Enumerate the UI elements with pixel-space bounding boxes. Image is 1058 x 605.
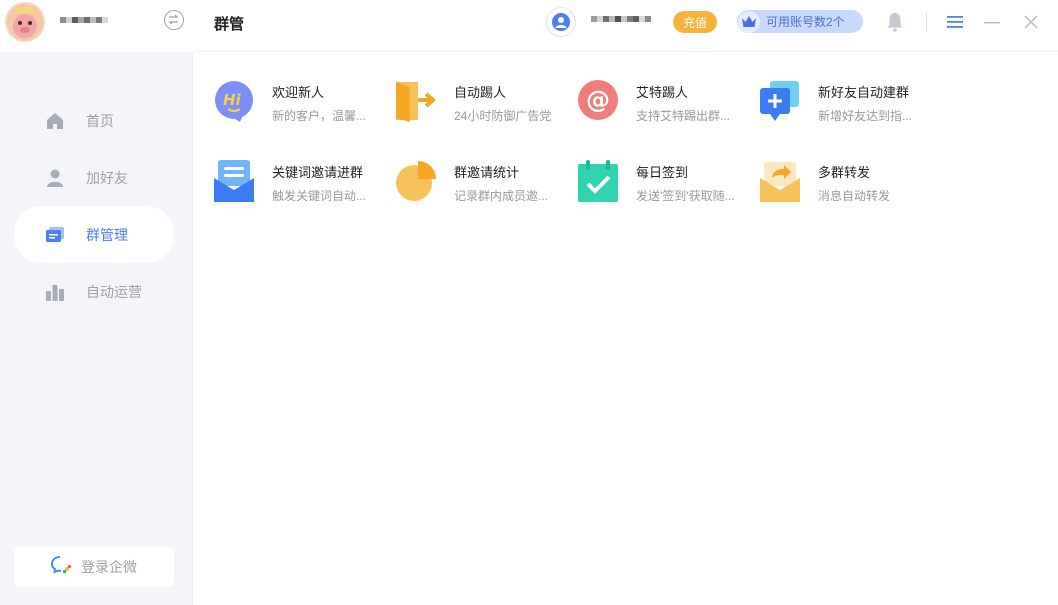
switch-account-icon[interactable] — [164, 10, 184, 30]
group-manage-icon — [44, 224, 66, 246]
feature-desc: 记录群内成员邀... — [454, 189, 549, 203]
feature-multi-group-forward[interactable]: 多群转发 消息自动转发 — [760, 160, 930, 204]
nav-label: 自动运营 — [86, 283, 142, 300]
svg-text:@: @ — [586, 86, 610, 114]
pie-chart-icon — [396, 160, 436, 202]
username-blurred — [591, 16, 651, 22]
user-avatar[interactable] — [546, 7, 576, 37]
app-window: 首页 加好友 群管理 自动运营 登录企微 群管 充值 可用账号数2个 Hi 欢迎… — [0, 0, 1058, 605]
recharge-button[interactable]: 充值 — [673, 11, 717, 33]
profile-name-blurred — [60, 17, 108, 23]
feature-group-invite-stats[interactable]: 群邀请统计 记录群内成员邀... — [396, 160, 566, 204]
menu-icon[interactable] — [944, 11, 966, 33]
feature-keyword-invite[interactable]: 关键词邀请进群 触发关键词自动... — [214, 160, 384, 204]
forward-mail-icon — [760, 160, 800, 202]
feature-desc: 触发关键词自动... — [272, 189, 367, 203]
nav-label: 加好友 — [86, 169, 128, 186]
svg-text:Hi: Hi — [223, 91, 242, 109]
nav-item-home[interactable]: 首页 — [14, 92, 174, 149]
sidebar-nav: 首页 加好友 群管理 自动运营 — [14, 92, 174, 320]
bar-chart-icon — [44, 281, 66, 303]
login-wecom-label: 登录企微 — [81, 559, 137, 575]
calendar-check-icon — [578, 160, 618, 202]
page-title: 群管 — [214, 16, 245, 33]
exit-door-icon — [396, 80, 437, 122]
minimize-icon[interactable] — [981, 11, 1003, 33]
sidebar-profile — [0, 0, 193, 52]
add-group-icon — [760, 80, 800, 122]
sidebar: 首页 加好友 群管理 自动运营 登录企微 — [0, 0, 193, 605]
user-icon — [44, 167, 66, 189]
hi-chat-icon: Hi — [214, 80, 254, 122]
feature-desc: 消息自动转发 — [818, 189, 891, 203]
feature-title: 关键词邀请进群 — [272, 165, 364, 180]
feature-welcome-newcomer[interactable]: Hi 欢迎新人 新的客户，温馨... — [214, 80, 384, 124]
feature-auto-kick[interactable]: 自动踢人 24小时防御广告党 — [396, 80, 566, 124]
nav-item-group-manage[interactable]: 群管理 — [14, 206, 174, 263]
profile-avatar[interactable] — [5, 2, 45, 42]
feature-title: 自动踢人 — [454, 85, 507, 100]
feature-at-kick[interactable]: @ 艾特踢人 支持艾特踢出群... — [578, 80, 748, 124]
bell-icon[interactable] — [884, 11, 906, 33]
feature-desc: 发送'签到'获取随... — [636, 189, 735, 203]
keyword-mail-icon — [214, 160, 254, 202]
login-wecom-button[interactable]: 登录企微 — [14, 547, 174, 587]
header-divider — [926, 13, 927, 31]
feature-title: 艾特踢人 — [636, 85, 689, 100]
wecom-icon — [51, 555, 73, 580]
crown-icon — [738, 10, 760, 33]
nav-label: 群管理 — [86, 226, 128, 243]
user-circle-icon — [552, 13, 570, 31]
feature-desc: 24小时防御广告党 — [454, 109, 552, 123]
available-accounts-badge[interactable]: 可用账号数2个 — [737, 10, 863, 33]
feature-title: 每日签到 — [636, 165, 689, 180]
feature-desc: 新的客户，温馨... — [272, 109, 367, 123]
nav-label: 首页 — [86, 112, 114, 129]
top-header: 群管 充值 可用账号数2个 — [194, 0, 1058, 52]
feature-title: 多群转发 — [818, 165, 871, 180]
feature-desc: 新增好友达到指... — [818, 109, 913, 123]
feature-title: 欢迎新人 — [272, 85, 325, 100]
home-icon — [44, 110, 66, 132]
nav-item-auto-ops[interactable]: 自动运营 — [14, 263, 174, 320]
feature-new-friend-auto-group[interactable]: 新好友自动建群 新增好友达到指... — [760, 80, 930, 124]
close-icon[interactable] — [1020, 11, 1042, 33]
nav-item-add-friend[interactable]: 加好友 — [14, 149, 174, 206]
feature-daily-checkin[interactable]: 每日签到 发送'签到'获取随... — [578, 160, 748, 204]
feature-title: 群邀请统计 — [454, 165, 520, 180]
feature-title: 新好友自动建群 — [818, 85, 910, 100]
available-accounts-label: 可用账号数2个 — [766, 15, 845, 29]
at-sign-icon: @ — [578, 80, 618, 122]
feature-desc: 支持艾特踢出群... — [636, 109, 731, 123]
